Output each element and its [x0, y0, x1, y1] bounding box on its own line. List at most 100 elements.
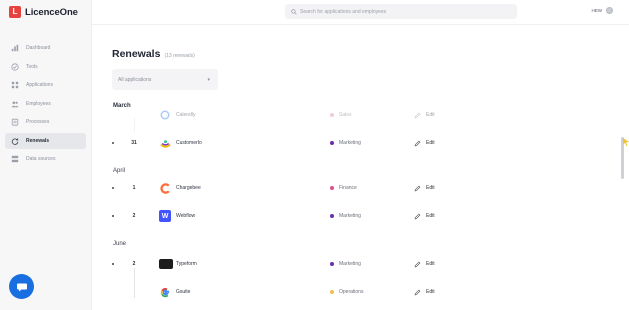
webflow-icon: W: [159, 210, 171, 222]
app-name[interactable]: Gsuite: [176, 289, 190, 295]
pencil-icon: [414, 185, 421, 191]
search-input[interactable]: [300, 8, 500, 15]
edit-label: Edit: [426, 185, 435, 191]
department: Operations: [330, 289, 363, 295]
edit-label: Edit: [426, 213, 435, 219]
edit-button[interactable]: Edit: [414, 185, 435, 192]
search-icon: [291, 8, 297, 15]
renewal-row[interactable]: 1 Chargebee Finance Edit: [112, 182, 452, 194]
department-label: Marketing: [339, 140, 361, 146]
app-name[interactable]: Typeform: [176, 261, 197, 267]
row-bullet: [112, 263, 114, 265]
logo-mark-icon: L: [9, 6, 21, 18]
sidebar-item-label: Dashboard: [26, 45, 51, 51]
edit-label: Edit: [426, 112, 435, 118]
timeline-line: [134, 117, 135, 133]
chargebee-icon: [159, 182, 171, 194]
pencil-icon: [414, 261, 421, 267]
department-dot: [330, 186, 334, 190]
renewal-day: 2: [132, 261, 136, 267]
logo[interactable]: L LicenceOne: [9, 6, 78, 18]
edit-label: Edit: [426, 289, 435, 295]
department-label: Finance: [339, 185, 357, 191]
department: Finance: [330, 185, 357, 191]
renewal-day: 31: [131, 140, 137, 146]
brand-name: LicenceOne: [25, 6, 78, 18]
user-menu[interactable]: HEW: [591, 7, 613, 14]
pencil-icon: [414, 213, 421, 219]
sidebar-item-applications[interactable]: Applications: [5, 77, 86, 93]
edit-label: Edit: [426, 261, 435, 267]
row-bullet: [112, 187, 114, 189]
renewal-row[interactable]: 31 CustomerIo Marketing Edit: [112, 137, 452, 149]
sidebar-item-label: Renewals: [26, 137, 50, 144]
department: Marketing: [330, 213, 361, 219]
edit-label: Edit: [426, 140, 435, 146]
app-window: L LicenceOne Dashboard Tools Application…: [0, 0, 629, 310]
month-heading-june: June: [113, 241, 127, 247]
pencil-icon: [414, 140, 421, 146]
edit-button[interactable]: Edit: [414, 140, 435, 147]
department: Sales: [330, 112, 352, 118]
department-label: Operations: [339, 289, 364, 295]
calendly-icon: [159, 109, 171, 121]
search-bar[interactable]: [285, 4, 517, 19]
database-icon: [10, 155, 19, 164]
department-dot: [330, 262, 334, 266]
avatar: [606, 7, 613, 14]
edit-button[interactable]: Edit: [414, 213, 435, 220]
sidebar-item-employees[interactable]: Employees: [5, 96, 86, 112]
gsuite-icon: [159, 286, 171, 298]
department: Marketing: [330, 140, 361, 146]
pencil-icon: [414, 289, 421, 295]
renewal-count: (13 renewals): [164, 53, 195, 59]
edit-button[interactable]: Edit: [414, 261, 435, 268]
department-label: Marketing: [339, 213, 361, 219]
renewal-day: 1: [132, 185, 136, 191]
page-header: Renewals (13 renewals): [112, 48, 195, 60]
renewal-row[interactable]: 2 W Webflow Marketing Edit: [112, 210, 452, 222]
pencil-icon: [414, 112, 421, 118]
department-label: Sales: [339, 112, 352, 118]
renewal-row[interactable]: Gsuite Operations Edit: [112, 280, 452, 298]
timeline-line: [134, 280, 135, 298]
sidebar-item-label: Data sources: [26, 156, 56, 162]
app-name[interactable]: Webflow: [176, 213, 195, 219]
user-label: HEW: [591, 8, 603, 13]
sidebar-item-data-sources[interactable]: Data sources: [5, 151, 86, 167]
sidebar-item-dashboard[interactable]: Dashboard: [5, 40, 86, 56]
users-icon: [10, 99, 19, 108]
sidebar-item-label: Applications: [26, 82, 53, 88]
sidebar-item-label: Employees: [26, 100, 51, 107]
sidebar-item-renewals[interactable]: Renewals: [5, 132, 86, 149]
customerio-icon: [159, 137, 171, 149]
department-label: Marketing: [339, 261, 361, 267]
department-dot: [330, 290, 334, 294]
refresh-icon: [10, 136, 19, 145]
renewal-row[interactable]: 2 Typeform Marketing Edit: [112, 258, 452, 286]
edit-button[interactable]: Edit: [414, 289, 435, 296]
cursor-icon: [623, 138, 629, 146]
renewal-day: 2: [132, 213, 136, 219]
department-dot: [330, 141, 334, 145]
sidebar: L LicenceOne Dashboard Tools Application…: [0, 0, 92, 310]
sidebar-item-tools[interactable]: Tools: [5, 59, 86, 75]
app-name[interactable]: Chargebee: [176, 185, 201, 191]
edit-button[interactable]: Edit: [414, 112, 435, 119]
sidebar-item-processes[interactable]: Processes: [5, 114, 86, 130]
filter-selected-value: All applications: [118, 76, 152, 83]
grid-icon: [10, 81, 19, 90]
application-filter-select[interactable]: All applications ▾: [112, 69, 218, 90]
sidebar-nav: Dashboard Tools Applications Employees P…: [5, 40, 86, 170]
sidebar-item-label: Processes: [26, 119, 50, 125]
typeform-icon: [159, 259, 173, 269]
chat-support-button[interactable]: [9, 274, 34, 299]
topbar: HEW: [92, 0, 629, 25]
app-name[interactable]: CustomerIo: [176, 140, 202, 146]
sidebar-item-label: Tools: [26, 63, 38, 70]
renewal-row[interactable]: Calendly Sales Edit: [112, 109, 452, 133]
chevron-down-icon: ▾: [207, 76, 210, 83]
check-circle-icon: [10, 62, 19, 71]
department-dot: [330, 214, 334, 218]
app-name[interactable]: Calendly: [176, 112, 195, 118]
